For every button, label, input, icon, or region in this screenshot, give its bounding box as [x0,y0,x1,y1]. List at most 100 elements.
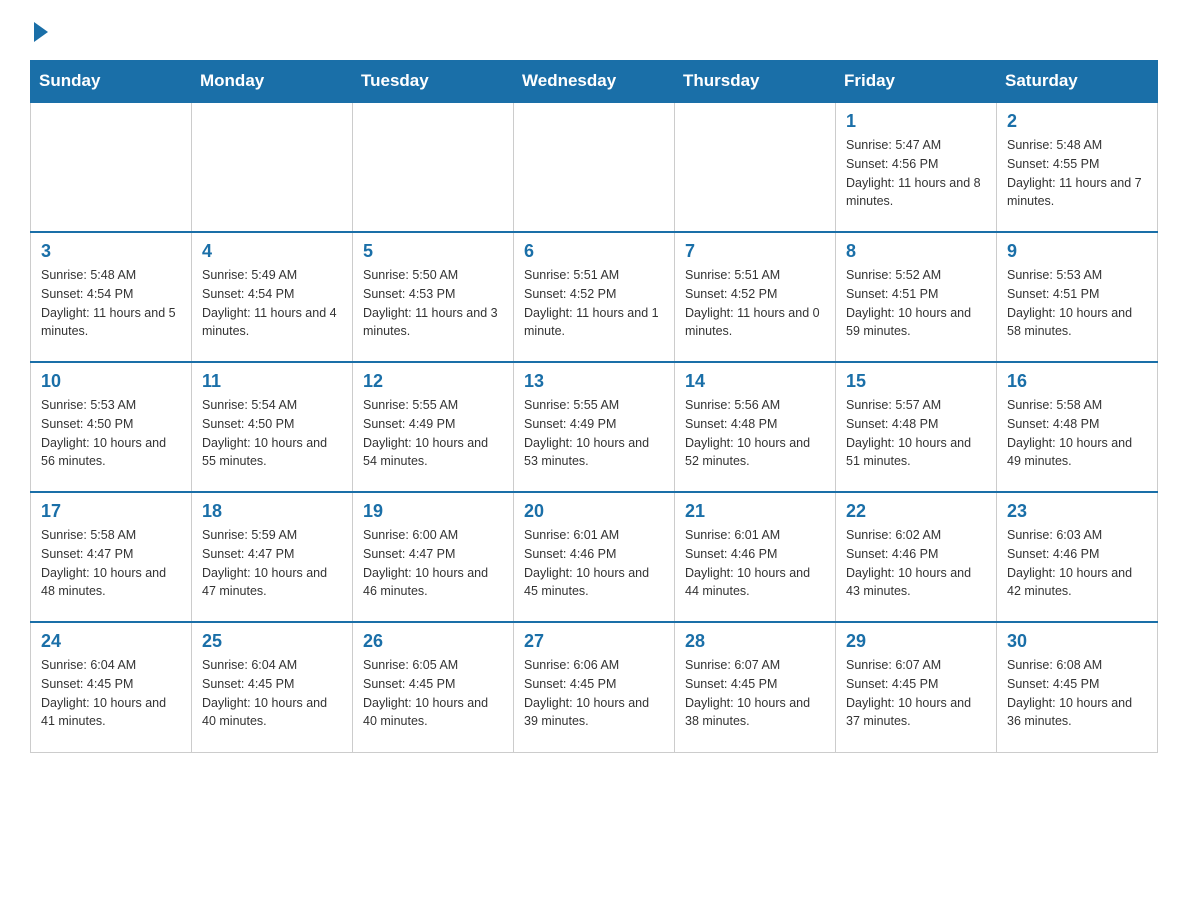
day-info: Sunrise: 5:58 AM Sunset: 4:47 PM Dayligh… [41,526,183,601]
day-number: 10 [41,371,183,392]
day-number: 20 [524,501,666,522]
calendar-cell: 3 Sunrise: 5:48 AM Sunset: 4:54 PM Daylig… [31,232,192,362]
day-number: 14 [685,371,827,392]
day-info: Sunrise: 6:01 AM Sunset: 4:46 PM Dayligh… [524,526,666,601]
day-number: 23 [1007,501,1149,522]
day-number: 6 [524,241,666,262]
logo-top [30,20,48,42]
day-info: Sunrise: 5:47 AM Sunset: 4:56 PM Dayligh… [846,136,988,211]
weekday-header-sunday: Sunday [31,61,192,103]
day-info: Sunrise: 6:01 AM Sunset: 4:46 PM Dayligh… [685,526,827,601]
calendar-cell: 15 Sunrise: 5:57 AM Sunset: 4:48 PM Dayli… [836,362,997,492]
day-number: 15 [846,371,988,392]
day-info: Sunrise: 6:04 AM Sunset: 4:45 PM Dayligh… [202,656,344,731]
week-row-2: 3 Sunrise: 5:48 AM Sunset: 4:54 PM Daylig… [31,232,1158,362]
day-number: 25 [202,631,344,652]
day-number: 11 [202,371,344,392]
calendar-cell: 4 Sunrise: 5:49 AM Sunset: 4:54 PM Daylig… [192,232,353,362]
day-info: Sunrise: 5:48 AM Sunset: 4:55 PM Dayligh… [1007,136,1149,211]
calendar-cell [514,102,675,232]
calendar-cell [675,102,836,232]
day-number: 17 [41,501,183,522]
calendar-cell: 24 Sunrise: 6:04 AM Sunset: 4:45 PM Dayli… [31,622,192,752]
day-info: Sunrise: 6:04 AM Sunset: 4:45 PM Dayligh… [41,656,183,731]
day-number: 29 [846,631,988,652]
calendar-cell: 11 Sunrise: 5:54 AM Sunset: 4:50 PM Dayli… [192,362,353,492]
calendar-cell: 9Sunrise: 5:53 AM Sunset: 4:51 PM Daylig… [997,232,1158,362]
calendar-cell: 16 Sunrise: 5:58 AM Sunset: 4:48 PM Dayli… [997,362,1158,492]
weekday-header-monday: Monday [192,61,353,103]
day-info: Sunrise: 5:51 AM Sunset: 4:52 PM Dayligh… [524,266,666,341]
calendar-cell: 23 Sunrise: 6:03 AM Sunset: 4:46 PM Dayli… [997,492,1158,622]
calendar-cell: 21 Sunrise: 6:01 AM Sunset: 4:46 PM Dayli… [675,492,836,622]
day-number: 18 [202,501,344,522]
day-info: Sunrise: 6:00 AM Sunset: 4:47 PM Dayligh… [363,526,505,601]
day-info: Sunrise: 5:56 AM Sunset: 4:48 PM Dayligh… [685,396,827,471]
calendar-cell: 7 Sunrise: 5:51 AM Sunset: 4:52 PM Daylig… [675,232,836,362]
day-number: 28 [685,631,827,652]
day-info: Sunrise: 5:54 AM Sunset: 4:50 PM Dayligh… [202,396,344,471]
weekday-header-wednesday: Wednesday [514,61,675,103]
calendar-cell: 2Sunrise: 5:48 AM Sunset: 4:55 PM Daylig… [997,102,1158,232]
calendar-cell: 29 Sunrise: 6:07 AM Sunset: 4:45 PM Dayli… [836,622,997,752]
calendar-cell: 10 Sunrise: 5:53 AM Sunset: 4:50 PM Dayli… [31,362,192,492]
calendar-cell: 6 Sunrise: 5:51 AM Sunset: 4:52 PM Daylig… [514,232,675,362]
day-info: Sunrise: 6:08 AM Sunset: 4:45 PM Dayligh… [1007,656,1149,731]
day-info: Sunrise: 6:03 AM Sunset: 4:46 PM Dayligh… [1007,526,1149,601]
calendar-cell: 27 Sunrise: 6:06 AM Sunset: 4:45 PM Dayli… [514,622,675,752]
page-header [30,20,1158,40]
day-info: Sunrise: 6:05 AM Sunset: 4:45 PM Dayligh… [363,656,505,731]
week-row-5: 24 Sunrise: 6:04 AM Sunset: 4:45 PM Dayli… [31,622,1158,752]
day-number: 12 [363,371,505,392]
day-number: 19 [363,501,505,522]
calendar-cell: 1Sunrise: 5:47 AM Sunset: 4:56 PM Daylig… [836,102,997,232]
day-info: Sunrise: 6:06 AM Sunset: 4:45 PM Dayligh… [524,656,666,731]
day-info: Sunrise: 5:55 AM Sunset: 4:49 PM Dayligh… [363,396,505,471]
day-info: Sunrise: 6:07 AM Sunset: 4:45 PM Dayligh… [846,656,988,731]
calendar-cell: 12 Sunrise: 5:55 AM Sunset: 4:49 PM Dayli… [353,362,514,492]
day-number: 27 [524,631,666,652]
day-info: Sunrise: 6:02 AM Sunset: 4:46 PM Dayligh… [846,526,988,601]
day-number: 24 [41,631,183,652]
day-number: 4 [202,241,344,262]
calendar-cell: 17 Sunrise: 5:58 AM Sunset: 4:47 PM Dayli… [31,492,192,622]
calendar-cell: 5 Sunrise: 5:50 AM Sunset: 4:53 PM Daylig… [353,232,514,362]
day-info: Sunrise: 5:55 AM Sunset: 4:49 PM Dayligh… [524,396,666,471]
day-info: Sunrise: 5:59 AM Sunset: 4:47 PM Dayligh… [202,526,344,601]
calendar-cell: 19 Sunrise: 6:00 AM Sunset: 4:47 PM Dayli… [353,492,514,622]
logo [30,20,48,40]
week-row-1: 1Sunrise: 5:47 AM Sunset: 4:56 PM Daylig… [31,102,1158,232]
day-info: Sunrise: 5:48 AM Sunset: 4:54 PM Dayligh… [41,266,183,341]
calendar-cell: 13 Sunrise: 5:55 AM Sunset: 4:49 PM Dayli… [514,362,675,492]
calendar-cell: 30 Sunrise: 6:08 AM Sunset: 4:45 PM Dayli… [997,622,1158,752]
day-info: Sunrise: 5:51 AM Sunset: 4:52 PM Dayligh… [685,266,827,341]
day-number: 21 [685,501,827,522]
weekday-header-saturday: Saturday [997,61,1158,103]
day-info: Sunrise: 6:07 AM Sunset: 4:45 PM Dayligh… [685,656,827,731]
day-number: 26 [363,631,505,652]
weekday-header-friday: Friday [836,61,997,103]
weekday-header-thursday: Thursday [675,61,836,103]
weekday-header-row: SundayMondayTuesdayWednesdayThursdayFrid… [31,61,1158,103]
day-info: Sunrise: 5:50 AM Sunset: 4:53 PM Dayligh… [363,266,505,341]
day-number: 30 [1007,631,1149,652]
weekday-header-tuesday: Tuesday [353,61,514,103]
calendar-table: SundayMondayTuesdayWednesdayThursdayFrid… [30,60,1158,753]
day-info: Sunrise: 5:58 AM Sunset: 4:48 PM Dayligh… [1007,396,1149,471]
day-info: Sunrise: 5:53 AM Sunset: 4:50 PM Dayligh… [41,396,183,471]
day-number: 13 [524,371,666,392]
calendar-cell: 25 Sunrise: 6:04 AM Sunset: 4:45 PM Dayli… [192,622,353,752]
calendar-cell: 22Sunrise: 6:02 AM Sunset: 4:46 PM Dayli… [836,492,997,622]
day-info: Sunrise: 5:57 AM Sunset: 4:48 PM Dayligh… [846,396,988,471]
day-number: 8 [846,241,988,262]
week-row-3: 10 Sunrise: 5:53 AM Sunset: 4:50 PM Dayli… [31,362,1158,492]
day-number: 16 [1007,371,1149,392]
day-info: Sunrise: 5:53 AM Sunset: 4:51 PM Dayligh… [1007,266,1149,341]
day-number: 7 [685,241,827,262]
day-number: 3 [41,241,183,262]
day-info: Sunrise: 5:49 AM Sunset: 4:54 PM Dayligh… [202,266,344,341]
calendar-cell [31,102,192,232]
day-number: 5 [363,241,505,262]
calendar-cell [353,102,514,232]
logo-arrow-icon [34,22,48,42]
